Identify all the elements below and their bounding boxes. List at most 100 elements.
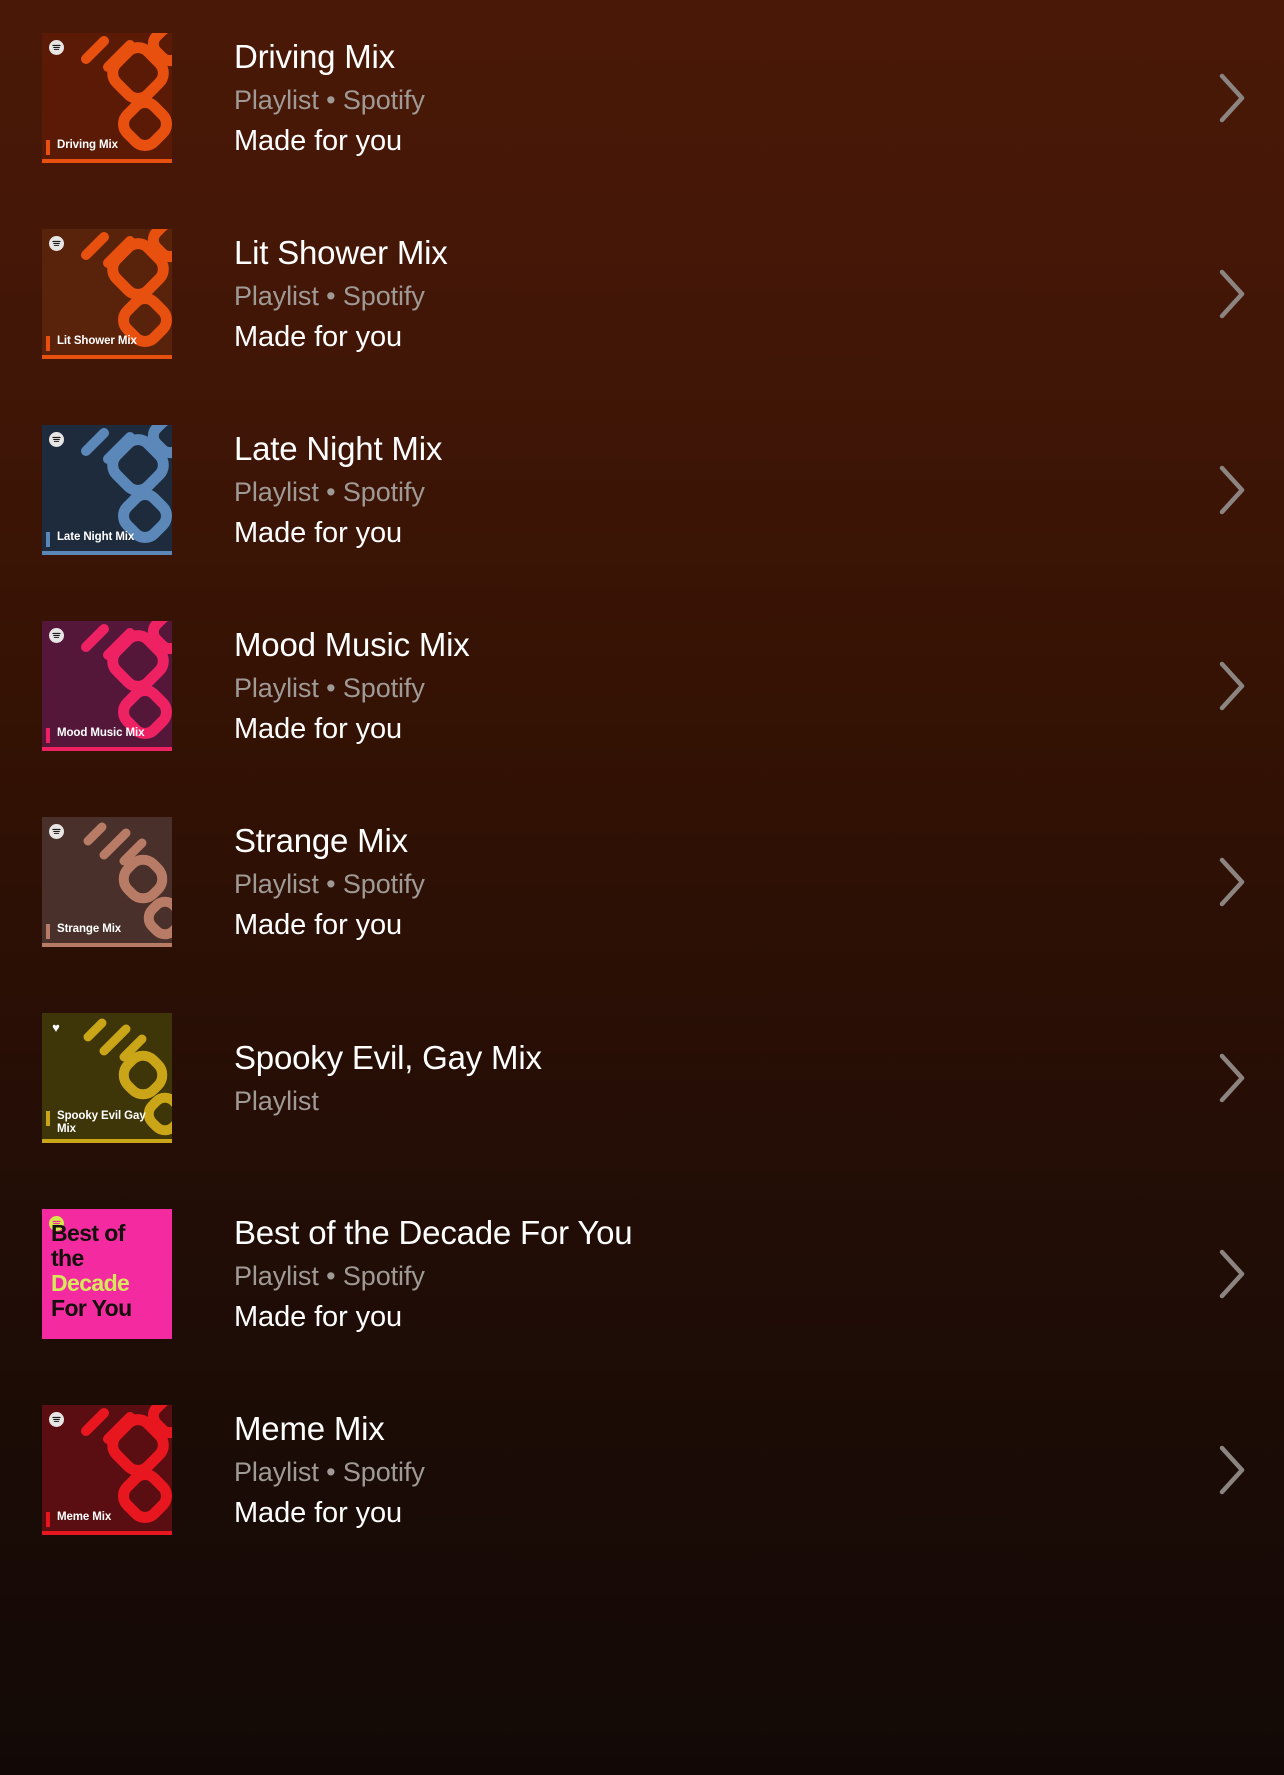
cover-underline bbox=[42, 747, 172, 751]
playlist-row[interactable]: Late Night Mix Late Night Mix Playlist • S… bbox=[0, 392, 1284, 588]
spotify-logo-icon bbox=[49, 236, 64, 251]
cover-underline bbox=[42, 1531, 172, 1535]
spotify-logo-icon bbox=[49, 628, 64, 643]
cover-label-text: Spooky Evil Gay Mix bbox=[57, 1110, 146, 1135]
playlist-artwork[interactable]: Driving Mix bbox=[42, 33, 172, 163]
playlist-description: Made for you bbox=[234, 713, 403, 745]
playlist-row[interactable]: Lit Shower Mix Lit Shower Mix Playlist • S… bbox=[0, 196, 1284, 392]
spotify-logo-icon bbox=[49, 432, 64, 447]
playlist-subtitle: Playlist • Spotify bbox=[234, 281, 425, 311]
cover-accent-bar bbox=[46, 1111, 50, 1126]
playlist-title: Best of the Decade For You bbox=[234, 1214, 633, 1251]
playlist-artwork[interactable]: Strange Mix bbox=[42, 817, 172, 947]
cover-label: Mood Music Mix bbox=[42, 727, 172, 743]
playlist-artwork[interactable]: Late Night Mix bbox=[42, 425, 172, 555]
playlist-row[interactable]: Driving Mix Driving Mix Playlist • Spotify… bbox=[0, 0, 1284, 196]
cover-accent-bar bbox=[46, 532, 50, 547]
cover-label-text: Driving Mix bbox=[57, 139, 118, 151]
playlist-description: Made for you bbox=[234, 909, 403, 941]
chevron-right-icon bbox=[1219, 1053, 1245, 1103]
playlist-artwork[interactable]: Best of the Decade For You bbox=[42, 1209, 172, 1339]
row-chevron-button[interactable] bbox=[1202, 0, 1262, 196]
cover-label: Late Night Mix bbox=[42, 531, 172, 547]
chevron-right-icon bbox=[1219, 269, 1245, 319]
cover-accent-bar bbox=[46, 924, 50, 939]
playlist-description: Made for you bbox=[234, 1497, 403, 1529]
playlist-description: Made for you bbox=[234, 1301, 403, 1333]
playlist-title: Strange Mix bbox=[234, 822, 408, 859]
cover-underline bbox=[42, 1139, 172, 1143]
cover-title-line-2: For You bbox=[51, 1295, 132, 1321]
playlist-description: Made for you bbox=[234, 321, 403, 353]
row-chevron-button[interactable] bbox=[1202, 588, 1262, 784]
cover-underline bbox=[42, 551, 172, 555]
cover-title-line-1: Decade bbox=[51, 1270, 130, 1296]
cover-title-block: Best of the Decade For You bbox=[42, 1209, 172, 1339]
row-chevron-button[interactable] bbox=[1202, 392, 1262, 588]
cover-accent-bar bbox=[46, 336, 50, 351]
playlist-meta: Driving Mix Playlist • Spotify Made for yo… bbox=[172, 37, 1202, 159]
cover-label: Spooky Evil Gay Mix bbox=[42, 1110, 172, 1135]
cover-label-text: Meme Mix bbox=[57, 1511, 112, 1523]
playlist-subtitle: Playlist • Spotify bbox=[234, 1457, 425, 1487]
playlist-list: Driving Mix Driving Mix Playlist • Spotify… bbox=[0, 0, 1284, 1568]
playlist-description: Made for you bbox=[234, 517, 403, 549]
playlist-subtitle: Playlist • Spotify bbox=[234, 477, 425, 507]
playlist-row[interactable]: Mood Music Mix Mood Music Mix Playlist • S… bbox=[0, 588, 1284, 784]
playlist-meta: Late Night Mix Playlist • Spotify Made for… bbox=[172, 429, 1202, 551]
playlist-title: Mood Music Mix bbox=[234, 626, 470, 663]
cover-label-text: Strange Mix bbox=[57, 923, 122, 935]
cover-label: Driving Mix bbox=[42, 139, 172, 155]
playlist-meta: Lit Shower Mix Playlist • Spotify Made for… bbox=[172, 233, 1202, 355]
playlist-title: Driving Mix bbox=[234, 38, 395, 75]
playlist-title: Spooky Evil, Gay Mix bbox=[234, 1039, 542, 1076]
cover-label: Meme Mix bbox=[42, 1511, 172, 1527]
playlist-row[interactable]: Meme Mix Meme Mix Playlist • Spotify Made f… bbox=[0, 1372, 1284, 1568]
playlist-description: Made for you bbox=[234, 125, 403, 157]
playlist-artwork[interactable]: ♥ Spooky Evil Gay Mix bbox=[42, 1013, 172, 1143]
playlist-title: Meme Mix bbox=[234, 1410, 385, 1447]
cover-underline bbox=[42, 159, 172, 163]
cover-label-text: Mood Music Mix bbox=[57, 727, 145, 739]
playlist-subtitle: Playlist • Spotify bbox=[234, 85, 425, 115]
row-chevron-button[interactable] bbox=[1202, 1372, 1262, 1568]
playlist-results-screen: Driving Mix Driving Mix Playlist • Spotify… bbox=[0, 0, 1284, 1775]
playlist-row[interactable]: ♥ Spooky Evil Gay Mix Spooky Evil, Gay Mix… bbox=[0, 980, 1284, 1176]
spotify-logo-icon bbox=[49, 824, 64, 839]
playlist-artwork[interactable]: Lit Shower Mix bbox=[42, 229, 172, 359]
chevron-right-icon bbox=[1219, 73, 1245, 123]
spotify-logo-icon bbox=[49, 1412, 64, 1427]
playlist-artwork[interactable]: Mood Music Mix bbox=[42, 621, 172, 751]
row-chevron-button[interactable] bbox=[1202, 1176, 1262, 1372]
playlist-row[interactable]: Strange Mix Strange Mix Playlist • Spotify… bbox=[0, 784, 1284, 980]
chevron-right-icon bbox=[1219, 1249, 1245, 1299]
chevron-right-icon bbox=[1219, 465, 1245, 515]
playlist-artwork[interactable]: Meme Mix bbox=[42, 1405, 172, 1535]
playlist-meta: Meme Mix Playlist • Spotify Made for you bbox=[172, 1409, 1202, 1531]
chevron-right-icon bbox=[1219, 857, 1245, 907]
cover-title-line-0: Best of the bbox=[51, 1220, 125, 1271]
playlist-row[interactable]: Best of the Decade For You Best of the Deca… bbox=[0, 1176, 1284, 1372]
playlist-title: Lit Shower Mix bbox=[234, 234, 448, 271]
heart-icon: ♥ bbox=[52, 1019, 60, 1035]
cover-underline bbox=[42, 355, 172, 359]
playlist-subtitle: Playlist • Spotify bbox=[234, 869, 425, 899]
playlist-meta: Mood Music Mix Playlist • Spotify Made for… bbox=[172, 625, 1202, 747]
cover-label: Strange Mix bbox=[42, 923, 172, 939]
cover-accent-bar bbox=[46, 728, 50, 743]
chevron-right-icon bbox=[1219, 1445, 1245, 1495]
playlist-meta: Best of the Decade For You Playlist • Spo… bbox=[172, 1213, 1202, 1335]
cover-label-text: Lit Shower Mix bbox=[57, 335, 137, 347]
cover-underline bbox=[42, 943, 172, 947]
playlist-meta: Strange Mix Playlist • Spotify Made for yo… bbox=[172, 821, 1202, 943]
cover-label-text: Late Night Mix bbox=[57, 531, 135, 543]
chevron-right-icon bbox=[1219, 661, 1245, 711]
cover-label: Lit Shower Mix bbox=[42, 335, 172, 351]
playlist-subtitle: Playlist • Spotify bbox=[234, 1261, 425, 1291]
playlist-meta: Spooky Evil, Gay Mix Playlist bbox=[172, 1038, 1202, 1118]
row-chevron-button[interactable] bbox=[1202, 196, 1262, 392]
playlist-subtitle: Playlist • Spotify bbox=[234, 673, 425, 703]
row-chevron-button[interactable] bbox=[1202, 980, 1262, 1176]
playlist-subtitle: Playlist bbox=[234, 1086, 319, 1116]
row-chevron-button[interactable] bbox=[1202, 784, 1262, 980]
